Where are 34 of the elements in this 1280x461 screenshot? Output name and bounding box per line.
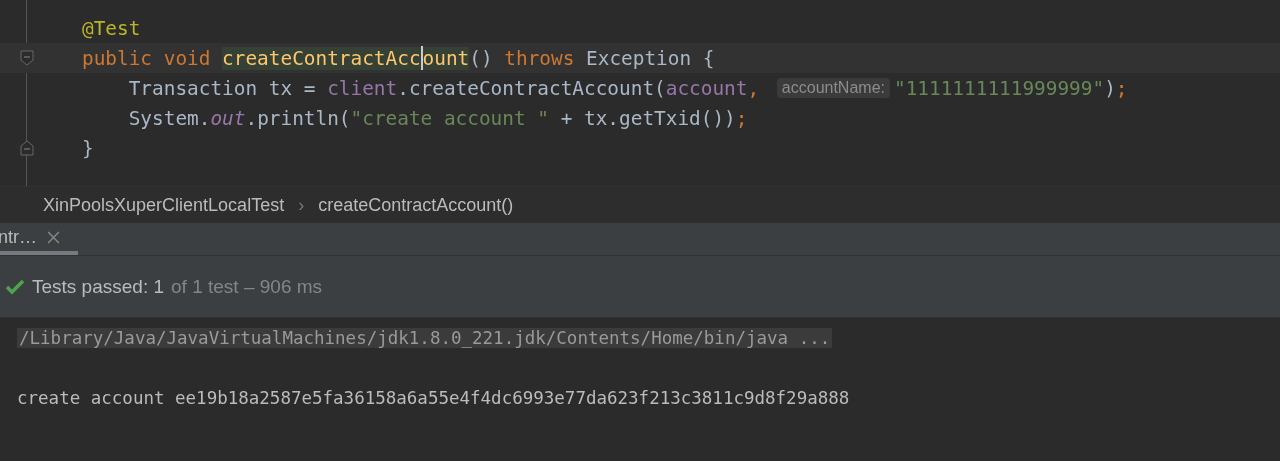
breadcrumb-item[interactable]: createContractAccount() bbox=[318, 194, 514, 216]
code-text: Transaction tx = bbox=[127, 76, 317, 100]
code-punctuation: ; bbox=[1115, 76, 1128, 100]
fold-icon[interactable] bbox=[20, 50, 34, 66]
code-text: .println( bbox=[245, 106, 351, 130]
checkmark-icon bbox=[5, 278, 25, 295]
output-line: create account ee19b18a2587e5fa36158a6a55e4f4dc6993e77da623f213c3811c9d8f29a888 bbox=[17, 388, 850, 408]
keyword: throws bbox=[504, 46, 576, 70]
test-summary: of 1 test – 906 ms bbox=[171, 275, 323, 298]
keyword: public void bbox=[82, 46, 212, 70]
code-text: + tx.getTxid()) bbox=[559, 106, 736, 130]
fold-icon[interactable] bbox=[20, 140, 34, 156]
field-name: account bbox=[665, 76, 748, 100]
annotation: @Test bbox=[82, 16, 141, 40]
tests-passed-label: Tests passed: 1 bbox=[32, 275, 165, 298]
code-text: ) bbox=[1104, 76, 1116, 100]
code-text: } bbox=[82, 136, 94, 160]
code-text: System. bbox=[127, 106, 211, 130]
field-name: client bbox=[327, 76, 398, 100]
method-name: ount bbox=[422, 46, 470, 70]
code-text: Exception { bbox=[586, 46, 715, 70]
code-text: () bbox=[469, 46, 494, 70]
chevron-icon: › bbox=[298, 194, 305, 216]
code-punctuation: , bbox=[747, 76, 761, 100]
code-punctuation: ; bbox=[735, 106, 748, 130]
code-editor[interactable] bbox=[0, 0, 1280, 187]
string-literal: "1111111111999999" bbox=[894, 76, 1105, 100]
string-literal: "create account " bbox=[350, 106, 549, 130]
close-icon[interactable] bbox=[47, 230, 60, 244]
method-name: createContractAcc bbox=[222, 46, 421, 70]
static-field: out bbox=[210, 106, 246, 130]
parameter-hint: accountName: bbox=[776, 78, 890, 98]
code-text: .createContractAccount( bbox=[397, 76, 666, 100]
breadcrumb-item[interactable]: XinPoolsXuperClientLocalTest bbox=[43, 194, 285, 216]
